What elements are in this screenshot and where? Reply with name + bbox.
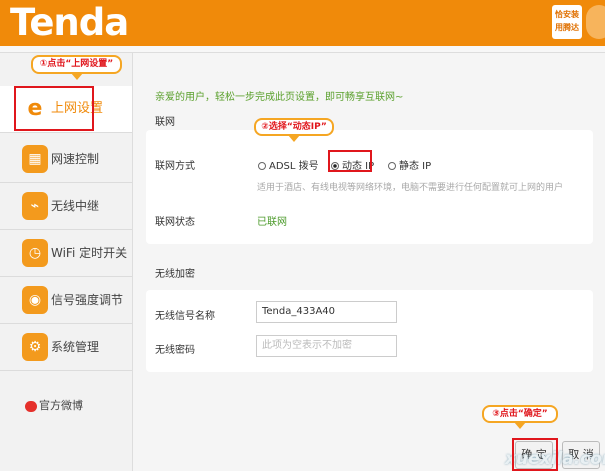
- wireless-section-title: 无线加密: [155, 269, 195, 280]
- connection-status-label: 联网状态: [155, 217, 195, 228]
- radio-adsl-label: ADSL 拨号: [269, 161, 319, 172]
- callout-step2: ②选择“动态IP”: [254, 118, 334, 142]
- wifi-timer-icon: ◷: [22, 239, 48, 267]
- radio-circle-icon: [258, 162, 266, 170]
- radio-static-ip-label: 静态 IP: [399, 161, 432, 172]
- connection-method-label: 联网方式: [155, 161, 195, 172]
- sidebar-item-system-management[interactable]: ⚙ 系统管理: [0, 324, 132, 371]
- sidebar-item-label: 网速控制: [51, 152, 100, 166]
- seal-icon: [586, 5, 605, 39]
- signal-strength-icon: ◉: [22, 286, 48, 314]
- top-header: Tenda 恰安装 用腾达: [0, 0, 605, 46]
- speed-control-icon: ▦: [22, 145, 48, 173]
- radio-static-ip[interactable]: 静态 IP: [388, 157, 431, 172]
- sub-bar: [0, 46, 605, 53]
- sidebar-item-speed-control[interactable]: ▦ 网速控制: [0, 136, 132, 183]
- install-badge: 恰安装 用腾达: [552, 5, 582, 39]
- badge-line1: 恰安装: [555, 10, 579, 19]
- callout-step3: ③点击“确定”: [482, 405, 558, 429]
- official-weibo-link[interactable]: 官方微博: [25, 397, 83, 413]
- sidebar-item-wifi-timer[interactable]: ◷ WiFi 定时开关: [0, 230, 132, 277]
- wifi-password-input[interactable]: 此项为空表示不加密: [256, 335, 397, 357]
- weibo-icon: [25, 400, 37, 412]
- highlight-ok-button: [512, 438, 558, 471]
- sidebar-item-label: 信号强度调节: [51, 293, 124, 307]
- sidebar-item-label: 无线中继: [51, 199, 100, 213]
- highlight-dynamic-ip: [328, 150, 372, 172]
- sidebar-item-label: WiFi 定时开关: [51, 246, 128, 260]
- network-section-title: 联网: [155, 117, 175, 128]
- wireless-relay-icon: ⌁: [22, 192, 48, 220]
- callout-step1: ①点击“上网设置”: [31, 55, 122, 80]
- sidebar-item-signal-strength[interactable]: ◉ 信号强度调节: [0, 277, 132, 324]
- radio-circle-icon: [388, 162, 396, 170]
- weibo-label: 官方微博: [39, 399, 83, 412]
- welcome-text: 亲爱的用户，轻松一步完成此页设置，即可畅享互联网~: [155, 92, 404, 103]
- highlight-internet-settings: [14, 86, 94, 131]
- badge-line2: 用腾达: [555, 23, 579, 32]
- dynamic-ip-hint: 适用于酒店、有线电视等网络环境，电脑不需要进行任何配置就可上网的用户: [257, 183, 564, 193]
- connection-status-value: 已联网: [257, 217, 287, 228]
- ssid-label: 无线信号名称: [155, 311, 215, 322]
- radio-adsl[interactable]: ADSL 拨号: [258, 157, 319, 172]
- ssid-input[interactable]: Tenda_433A40: [256, 301, 397, 323]
- system-gear-icon: ⚙: [22, 333, 48, 361]
- sidebar-item-wireless-relay[interactable]: ⌁ 无线中继: [0, 183, 132, 230]
- sidebar-item-label: 系统管理: [51, 340, 100, 354]
- tenda-logo: Tenda: [10, 1, 129, 44]
- wifi-password-label: 无线密码: [155, 345, 195, 356]
